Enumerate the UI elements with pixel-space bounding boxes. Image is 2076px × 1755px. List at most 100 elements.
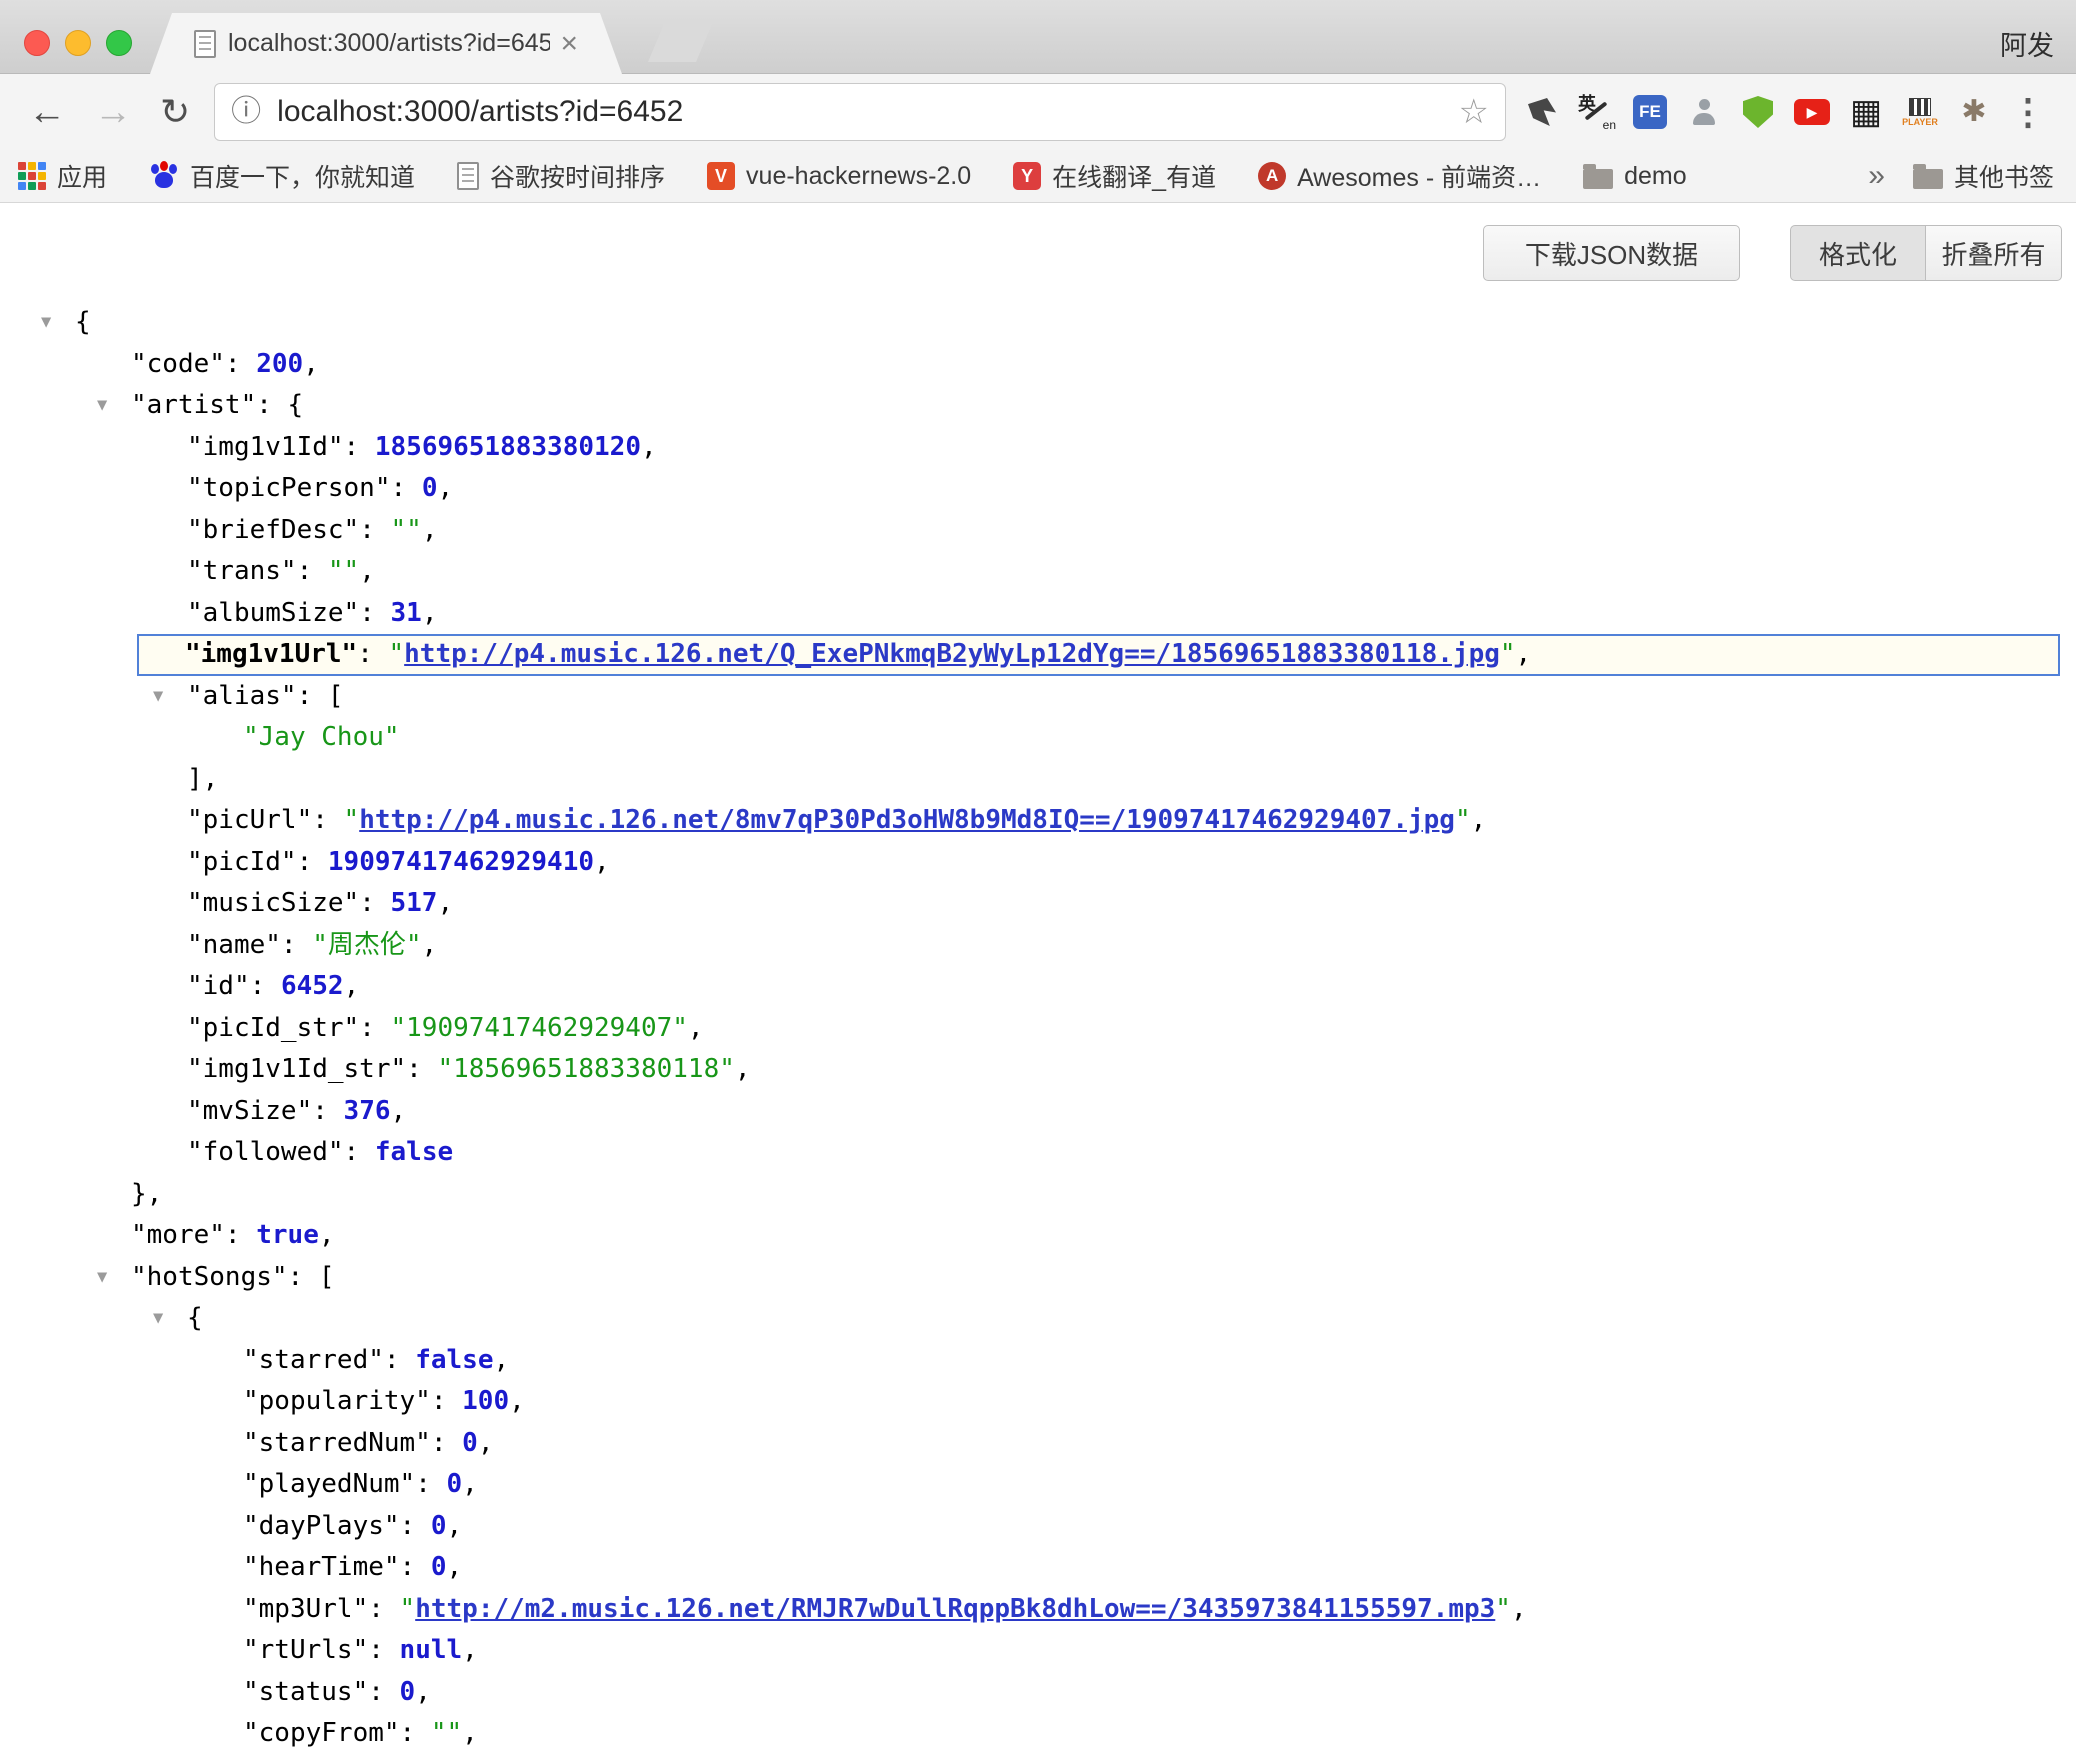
json-value-url-link[interactable]: http://m2.music.126.net/RMJR7wDullRqppBk… xyxy=(415,1594,1495,1624)
tab-title: localhost:3000/artists?id=645 xyxy=(228,29,550,58)
paw-extension-icon[interactable]: ✱ xyxy=(1954,92,1994,132)
json-key: "artist" xyxy=(131,390,256,420)
baidu-paw-icon xyxy=(149,161,179,191)
json-value-string: "Jay Chou" xyxy=(243,722,400,752)
origami-extension-icon[interactable] xyxy=(1522,92,1562,132)
json-line-highlighted: "img1v1Url": "http://p4.music.126.net/Q_… xyxy=(137,634,2060,676)
json-close-brace: ] xyxy=(187,764,203,794)
qrcode-extension-icon[interactable]: ▦ xyxy=(1846,92,1886,132)
collapse-toggle-icon[interactable]: ▼ xyxy=(97,1257,107,1299)
bookmark-star-icon[interactable]: ☆ xyxy=(1459,95,1489,129)
collapse-all-button[interactable]: 折叠所有 xyxy=(1926,225,2062,281)
bookmark-item-demo[interactable]: demo xyxy=(1583,162,1687,191)
collapse-toggle-icon[interactable]: ▼ xyxy=(153,1298,163,1340)
youtube-extension-icon[interactable]: ▶ xyxy=(1792,92,1832,132)
json-key: "status" xyxy=(243,1677,368,1707)
json-key: "mp3Url" xyxy=(243,1594,368,1624)
json-key: "copyFrom" xyxy=(243,1718,400,1748)
back-button[interactable]: ← xyxy=(14,93,80,131)
download-json-button[interactable]: 下载JSON数据 xyxy=(1483,225,1740,281)
player-extension-icon[interactable]: PLAYER xyxy=(1900,92,1940,132)
bookmark-item-baidu[interactable]: 百度一下，你就知道 xyxy=(149,158,415,194)
address-bar[interactable]: ⓘ localhost:3000/artists?id=6452 ☆ xyxy=(214,83,1506,141)
json-key: "starred" xyxy=(243,1345,384,1375)
json-line: "hearTime": 0, xyxy=(0,1547,2076,1589)
json-open-brace: { xyxy=(288,390,304,420)
extensions-area: 英 en FE ▶ ▦ PLAYER ✱ xyxy=(1522,92,1994,132)
json-key: "mvSize" xyxy=(187,1096,312,1126)
json-value-null: null xyxy=(400,1635,463,1665)
json-line: "Jay Chou" xyxy=(0,717,2076,759)
json-line: "starred": false, xyxy=(0,1340,2076,1382)
bookmark-item-awesomes[interactable]: A Awesomes - 前端资… xyxy=(1258,158,1541,194)
json-line: ], xyxy=(0,759,2076,801)
json-value-number: 31 xyxy=(391,598,422,628)
page-icon xyxy=(457,162,479,190)
window-minimize-button[interactable] xyxy=(65,30,91,56)
bookmark-item-youdao[interactable]: Y 在线翻译_有道 xyxy=(1013,158,1216,194)
bookmark-label: 谷歌按时间排序 xyxy=(490,158,665,194)
profile-name[interactable]: 阿发 xyxy=(2000,24,2054,63)
json-key: "img1v1Url" xyxy=(185,639,357,669)
new-tab-button[interactable] xyxy=(648,24,712,62)
json-line: "img1v1Id_str": "18569651883380118", xyxy=(0,1049,2076,1091)
json-open-brace: { xyxy=(75,307,91,337)
reload-button[interactable]: ↻ xyxy=(146,94,204,130)
collapse-toggle-icon[interactable]: ▼ xyxy=(97,385,107,427)
json-key: "img1v1Id" xyxy=(187,432,344,462)
tab-favicon-icon xyxy=(194,30,216,58)
json-key: "starredNum" xyxy=(243,1428,431,1458)
json-value-url-link[interactable]: http://p4.music.126.net/8mv7qP30Pd3oHW8b… xyxy=(359,805,1455,835)
json-line: ▼"hotSongs": [ xyxy=(0,1257,2076,1299)
json-key: "picId" xyxy=(187,847,297,877)
tab-strip: localhost:3000/artists?id=645 × 阿发 xyxy=(0,0,2076,74)
json-value-url-link[interactable]: http://p4.music.126.net/Q_ExePNkmqB2yWyL… xyxy=(404,639,1500,669)
json-line: "name": "周杰伦", xyxy=(0,925,2076,967)
json-open-brace: [ xyxy=(328,681,344,711)
json-line: "popularity": 100, xyxy=(0,1381,2076,1423)
json-key: "followed" xyxy=(187,1137,344,1167)
json-line: ▼{ xyxy=(0,1298,2076,1340)
json-close-brace: } xyxy=(131,1179,147,1209)
browser-tab[interactable]: localhost:3000/artists?id=645 × xyxy=(150,13,622,74)
window-close-button[interactable] xyxy=(24,30,50,56)
json-value-number: 100 xyxy=(462,1386,509,1416)
translate-extension-icon[interactable]: 英 en xyxy=(1576,92,1616,132)
json-line: "playedNum": 0, xyxy=(0,1464,2076,1506)
fe-extension-icon[interactable]: FE xyxy=(1630,92,1670,132)
bookmark-item-apps[interactable]: 应用 xyxy=(18,158,107,194)
bookmark-label: vue-hackernews-2.0 xyxy=(746,162,971,191)
json-value-number: 0 xyxy=(447,1469,463,1499)
window-maximize-button[interactable] xyxy=(106,30,132,56)
json-line: "status": 0, xyxy=(0,1672,2076,1714)
shield-extension-icon[interactable] xyxy=(1738,92,1778,132)
json-key: "popularity" xyxy=(243,1386,431,1416)
awesomes-a-icon: A xyxy=(1258,162,1286,190)
bookmark-item-google-sort[interactable]: 谷歌按时间排序 xyxy=(457,158,665,194)
json-line: "picId": 19097417462929410, xyxy=(0,842,2076,884)
json-key: "img1v1Id_str" xyxy=(187,1054,406,1084)
json-key: "playedNum" xyxy=(243,1469,415,1499)
json-line: "img1v1Id": 18569651883380120, xyxy=(0,427,2076,469)
url-text[interactable]: localhost:3000/artists?id=6452 xyxy=(277,95,1458,129)
bookmark-label: 应用 xyxy=(57,158,107,194)
person-extension-icon[interactable] xyxy=(1684,92,1724,132)
collapse-toggle-icon[interactable]: ▼ xyxy=(41,302,51,344)
other-bookmarks[interactable]: 其他书签 xyxy=(1913,158,2054,194)
json-key: "albumSize" xyxy=(187,598,359,628)
folder-icon xyxy=(1913,169,1943,189)
forward-button[interactable]: → xyxy=(80,93,146,131)
json-line: "picUrl": "http://p4.music.126.net/8mv7q… xyxy=(0,800,2076,842)
json-open-brace: { xyxy=(187,1303,203,1333)
json-open-brace: [ xyxy=(319,1262,335,1292)
browser-menu-icon[interactable]: ⋮ xyxy=(1994,94,2062,130)
json-line: "starredNum": 0, xyxy=(0,1423,2076,1465)
collapse-toggle-icon[interactable]: ▼ xyxy=(153,676,163,718)
site-info-icon[interactable]: ⓘ xyxy=(231,97,261,127)
bookmarks-overflow-chevron[interactable]: » xyxy=(1868,159,1885,193)
youdao-y-icon: Y xyxy=(1013,162,1041,190)
bookmark-item-vue-hackernews[interactable]: V vue-hackernews-2.0 xyxy=(707,162,971,191)
tab-close-icon[interactable]: × xyxy=(560,29,578,59)
format-button[interactable]: 格式化 xyxy=(1790,225,1926,281)
json-value-number: 18569651883380120 xyxy=(375,432,641,462)
